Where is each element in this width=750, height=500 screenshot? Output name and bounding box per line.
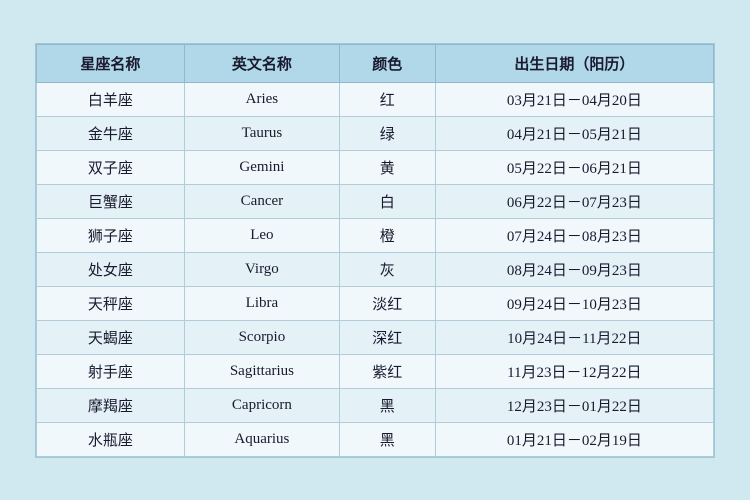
cell-chinese-name: 射手座 [37,354,185,388]
header-english-name: 英文名称 [184,44,339,82]
cell-english-name: Leo [184,218,339,252]
cell-chinese-name: 白羊座 [37,82,185,116]
table-row: 天蝎座Scorpio深红10月24日－11月22日 [37,320,714,354]
cell-color: 黑 [339,422,435,456]
header-chinese-name: 星座名称 [37,44,185,82]
cell-color: 橙 [339,218,435,252]
cell-chinese-name: 金牛座 [37,116,185,150]
table-row: 狮子座Leo橙07月24日－08月23日 [37,218,714,252]
cell-chinese-name: 巨蟹座 [37,184,185,218]
cell-chinese-name: 天秤座 [37,286,185,320]
cell-color: 白 [339,184,435,218]
table-row: 双子座Gemini黄05月22日－06月21日 [37,150,714,184]
cell-chinese-name: 天蝎座 [37,320,185,354]
cell-birth-dates: 05月22日－06月21日 [435,150,713,184]
cell-english-name: Capricorn [184,388,339,422]
cell-color: 绿 [339,116,435,150]
cell-birth-dates: 08月24日－09月23日 [435,252,713,286]
cell-english-name: Scorpio [184,320,339,354]
cell-color: 灰 [339,252,435,286]
cell-birth-dates: 03月21日－04月20日 [435,82,713,116]
cell-english-name: Sagittarius [184,354,339,388]
cell-english-name: Virgo [184,252,339,286]
table-row: 摩羯座Capricorn黑12月23日－01月22日 [37,388,714,422]
cell-english-name: Aquarius [184,422,339,456]
cell-color: 深红 [339,320,435,354]
cell-color: 淡红 [339,286,435,320]
cell-birth-dates: 11月23日－12月22日 [435,354,713,388]
cell-chinese-name: 水瓶座 [37,422,185,456]
table-row: 水瓶座Aquarius黑01月21日－02月19日 [37,422,714,456]
cell-color: 黄 [339,150,435,184]
cell-birth-dates: 10月24日－11月22日 [435,320,713,354]
cell-color: 紫红 [339,354,435,388]
table-row: 射手座Sagittarius紫红11月23日－12月22日 [37,354,714,388]
cell-birth-dates: 04月21日－05月21日 [435,116,713,150]
cell-english-name: Gemini [184,150,339,184]
cell-birth-dates: 07月24日－08月23日 [435,218,713,252]
header-color: 颜色 [339,44,435,82]
cell-color: 红 [339,82,435,116]
cell-chinese-name: 摩羯座 [37,388,185,422]
table-row: 天秤座Libra淡红09月24日－10月23日 [37,286,714,320]
table-body: 白羊座Aries红03月21日－04月20日金牛座Taurus绿04月21日－0… [37,82,714,456]
cell-birth-dates: 09月24日－10月23日 [435,286,713,320]
zodiac-table: 星座名称 英文名称 颜色 出生日期（阳历） 白羊座Aries红03月21日－04… [36,44,714,457]
zodiac-table-container: 星座名称 英文名称 颜色 出生日期（阳历） 白羊座Aries红03月21日－04… [35,43,715,458]
cell-english-name: Libra [184,286,339,320]
table-row: 白羊座Aries红03月21日－04月20日 [37,82,714,116]
cell-english-name: Aries [184,82,339,116]
cell-english-name: Cancer [184,184,339,218]
header-birth-date: 出生日期（阳历） [435,44,713,82]
table-row: 金牛座Taurus绿04月21日－05月21日 [37,116,714,150]
table-row: 巨蟹座Cancer白06月22日－07月23日 [37,184,714,218]
cell-chinese-name: 双子座 [37,150,185,184]
cell-english-name: Taurus [184,116,339,150]
cell-birth-dates: 12月23日－01月22日 [435,388,713,422]
table-row: 处女座Virgo灰08月24日－09月23日 [37,252,714,286]
cell-color: 黑 [339,388,435,422]
table-header-row: 星座名称 英文名称 颜色 出生日期（阳历） [37,44,714,82]
cell-birth-dates: 01月21日－02月19日 [435,422,713,456]
cell-birth-dates: 06月22日－07月23日 [435,184,713,218]
cell-chinese-name: 处女座 [37,252,185,286]
cell-chinese-name: 狮子座 [37,218,185,252]
